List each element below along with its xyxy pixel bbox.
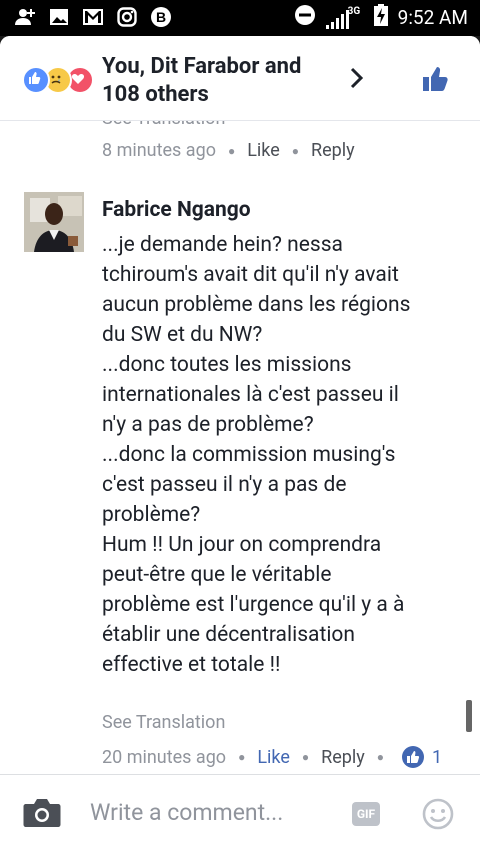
comment-timestamp: 20 minutes ago xyxy=(102,746,227,768)
comment-line: problème est l'urgence qu'il y a à xyxy=(102,593,405,617)
notification-icons: B xyxy=(14,6,172,28)
reply-link[interactable]: Reply xyxy=(311,140,355,161)
comment-line: aucun problème dans les régions xyxy=(102,293,411,317)
status-time: 9:52 AM xyxy=(397,6,468,29)
comments-sheet: You, Dit Farabor and 108 others See Tran… xyxy=(0,36,480,854)
chevron-right-icon[interactable] xyxy=(348,66,366,94)
like-badge-icon xyxy=(402,746,425,768)
gif-button[interactable]: GIF xyxy=(352,802,380,826)
gmail-icon xyxy=(82,6,104,28)
gallery-icon xyxy=(48,6,70,28)
see-translation-link[interactable]: See Translation xyxy=(102,120,225,129)
reactions-title-line1: You, Dit Farabor and xyxy=(102,54,302,79)
signal-icon: 3G xyxy=(325,5,364,30)
comment-input[interactable]: Write a comment... xyxy=(90,799,283,826)
separator-dot: ● xyxy=(291,143,300,158)
like-reaction-icon xyxy=(22,66,50,94)
avatar[interactable] xyxy=(24,192,84,252)
comment-author[interactable]: Fabrice Ngango xyxy=(102,198,251,222)
battery-charging-icon xyxy=(373,4,388,31)
user-add-icon xyxy=(14,6,36,28)
network-type-label: 3G xyxy=(347,5,361,17)
status-bar: B 3G 9:52 AM xyxy=(0,0,480,36)
comment-line: établir une décentralisation xyxy=(102,623,356,647)
comment-line: ...je demande hein? nessa xyxy=(102,233,343,257)
bitcoin-icon: B xyxy=(150,6,172,28)
do-not-disturb-icon xyxy=(294,4,316,31)
like-count[interactable]: 1 xyxy=(402,746,442,768)
comment-text: ...je demande hein? nessa tchiroum's ava… xyxy=(102,230,464,680)
separator-dot: ● xyxy=(301,750,310,764)
comment-timestamp: 8 minutes ago xyxy=(102,140,216,161)
previous-comment-meta: 8 minutes ago ● Like ● Reply xyxy=(102,140,355,161)
comment-line: Hum !! Un jour on comprendra xyxy=(102,533,382,557)
sticker-icon[interactable] xyxy=(421,797,455,835)
camera-icon[interactable] xyxy=(22,797,62,833)
instagram-icon xyxy=(116,6,138,28)
comment-line: ...donc toutes les missions xyxy=(102,353,352,377)
comments-feed[interactable]: See Translation 8 minutes ago ● Like ● R… xyxy=(0,120,480,806)
separator-dot: ● xyxy=(238,750,246,764)
comment-line: ...donc la commission musing's xyxy=(102,443,396,467)
comment-line: effective et totale !! xyxy=(102,653,281,677)
comment-line: tchiroum's avait dit qu'il n'y avait xyxy=(102,263,399,287)
comment-line: n'y a pas de problème? xyxy=(102,413,314,437)
comment-line: c'est passeu il n'y a pas de xyxy=(102,473,347,497)
comment-meta: 20 minutes ago ● Like ● Reply ● 1 xyxy=(102,746,442,768)
reactions-title[interactable]: You, Dit Farabor and 108 others xyxy=(102,53,342,109)
scrollbar[interactable] xyxy=(466,700,472,732)
like-link[interactable]: Like xyxy=(257,747,290,768)
like-link[interactable]: Like xyxy=(247,140,280,161)
reactions-title-line2: 108 others xyxy=(102,82,209,107)
comment-line: du SW et du NW? xyxy=(102,323,263,347)
separator-dot: ● xyxy=(227,143,236,158)
separator-dot: ● xyxy=(376,750,385,764)
comment-line: problème? xyxy=(102,503,201,527)
like-post-icon[interactable] xyxy=(420,64,450,98)
see-translation-link[interactable]: See Translation xyxy=(102,712,225,733)
reactions-header[interactable]: You, Dit Farabor and 108 others xyxy=(0,36,480,121)
comment-composer: Write a comment... GIF xyxy=(0,774,480,854)
svg-text:B: B xyxy=(156,9,166,25)
like-count-value: 1 xyxy=(432,746,443,768)
system-indicators: 3G 9:52 AM xyxy=(294,4,468,31)
reaction-summary[interactable] xyxy=(22,66,94,94)
reply-link[interactable]: Reply xyxy=(321,747,365,768)
comment-line: peut-être que le véritable xyxy=(102,563,332,587)
comment-line: internationales là c'est passeu il xyxy=(102,383,399,407)
